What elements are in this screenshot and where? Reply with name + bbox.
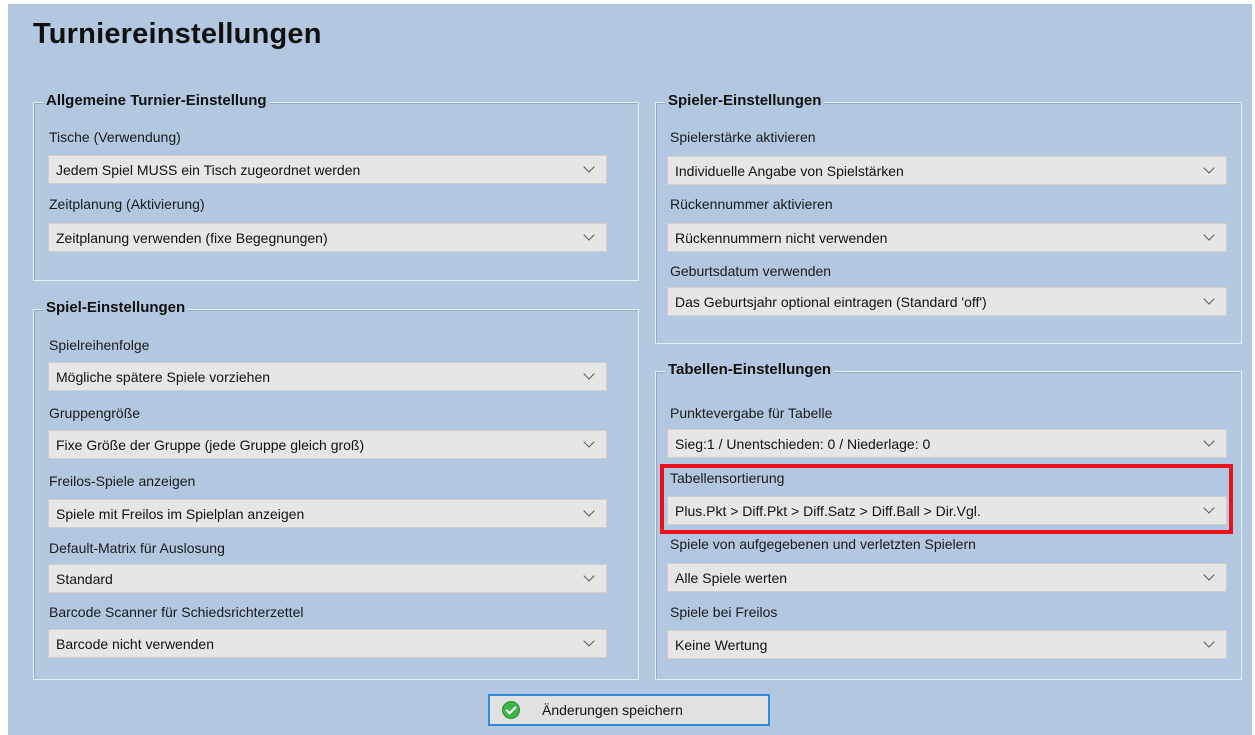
chevron-down-icon [583,229,595,241]
group-size-select[interactable]: Fixe Größe der Gruppe (jede Gruppe gleic… [48,430,607,459]
birthdate-value: Das Geburtsjahr optional eintragen (Stan… [675,294,987,310]
scheduling-value: Zeitplanung verwenden (fixe Begegnungen) [56,230,328,246]
points-select[interactable]: Sieg:1 / Unentschieden: 0 / Niederlage: … [667,429,1227,458]
general-settings-title: Allgemeine Turnier-Einstellung [43,92,270,109]
retired-players-select[interactable]: Alle Spiele werten [667,563,1227,592]
table-settings-title: Tabellen-Einstellungen [665,361,835,378]
tables-usage-label: Tische (Verwendung) [49,129,181,145]
draw-matrix-select[interactable]: Standard [48,564,607,593]
game-settings-title: Spiel-Einstellungen [43,299,189,316]
scheduling-label: Zeitplanung (Aktivierung) [49,196,205,212]
chevron-down-icon [1203,162,1215,174]
chevron-down-icon [1203,569,1215,581]
bye-games-label: Freilos-Spiele anzeigen [49,473,196,489]
page-title: Turniereinstellungen [33,18,322,50]
game-order-label: Spielreihenfolge [49,337,150,353]
tables-usage-select[interactable]: Jedem Spiel MUSS ein Tisch zugeordnet we… [48,155,607,184]
barcode-scanner-value: Barcode nicht verwenden [56,636,214,652]
bye-games-rating-select[interactable]: Keine Wertung [667,630,1227,659]
player-strength-label: Spielerstärke aktivieren [670,129,816,145]
chevron-down-icon [1203,636,1215,648]
birthdate-label: Geburtsdatum verwenden [670,263,832,279]
group-size-value: Fixe Größe der Gruppe (jede Gruppe gleic… [56,437,365,453]
back-number-value: Rückennummern nicht verwenden [675,230,888,246]
chevron-down-icon [1203,293,1215,305]
retired-players-value: Alle Spiele werten [675,570,788,586]
chevron-down-icon [583,368,595,380]
game-order-value: Mögliche spätere Spiele vorziehen [56,369,271,385]
player-strength-value: Individuelle Angabe von Spielstärken [675,163,904,179]
check-circle-icon [502,701,520,719]
back-number-select[interactable]: Rückennummern nicht verwenden [667,223,1227,252]
retired-players-label: Spiele von aufgegebenen und verletzten S… [670,536,976,552]
scheduling-select[interactable]: Zeitplanung verwenden (fixe Begegnungen) [48,223,607,252]
chevron-down-icon [583,635,595,647]
barcode-scanner-select[interactable]: Barcode nicht verwenden [48,629,607,658]
chevron-down-icon [583,161,595,173]
bye-games-value: Spiele mit Freilos im Spielplan anzeigen [56,506,305,522]
save-changes-label: Änderungen speichern [542,702,683,718]
bye-games-select[interactable]: Spiele mit Freilos im Spielplan anzeigen [48,499,607,528]
group-size-label: Gruppengröße [49,405,141,421]
chevron-down-icon [583,505,595,517]
highlight-box [660,464,1233,534]
chevron-down-icon [583,436,595,448]
game-order-select[interactable]: Mögliche spätere Spiele vorziehen [48,362,607,391]
save-changes-button[interactable]: Änderungen speichern [488,694,770,726]
draw-matrix-label: Default-Matrix für Auslosung [49,540,225,556]
bye-games-rating-value: Keine Wertung [675,637,768,653]
draw-matrix-value: Standard [56,571,113,587]
points-label: Punktevergabe für Tabelle [670,405,833,421]
player-settings-title: Spieler-Einstellungen [665,92,825,109]
back-number-label: Rückennummer aktivieren [670,196,833,212]
birthdate-select[interactable]: Das Geburtsjahr optional eintragen (Stan… [667,287,1227,316]
player-strength-select[interactable]: Individuelle Angabe von Spielstärken [667,156,1227,185]
tables-usage-value: Jedem Spiel MUSS ein Tisch zugeordnet we… [56,162,361,178]
chevron-down-icon [1203,435,1215,447]
chevron-down-icon [1203,229,1215,241]
bye-games-rating-label: Spiele bei Freilos [670,604,778,620]
barcode-scanner-label: Barcode Scanner für Schiedsrichterzettel [49,604,304,620]
points-value: Sieg:1 / Unentschieden: 0 / Niederlage: … [675,436,931,452]
chevron-down-icon [583,570,595,582]
